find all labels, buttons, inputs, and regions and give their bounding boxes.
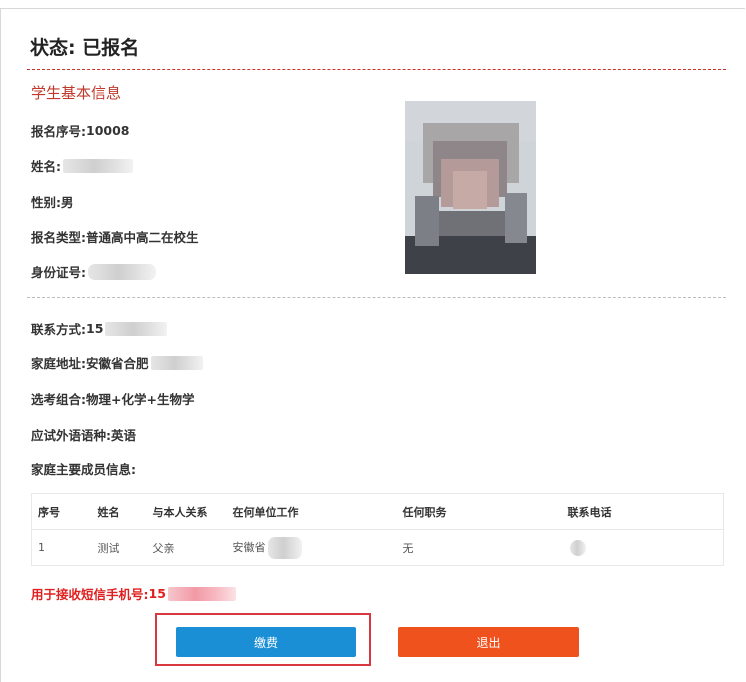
sms-phone-value: 15	[148, 586, 166, 601]
phone-redacted	[105, 321, 168, 336]
reg-type-label: 报名类型:	[31, 230, 86, 245]
reg-type-value: 普通高中高二在校生	[86, 230, 199, 245]
name-label: 姓名:	[31, 159, 61, 174]
table-header-row: 序号 姓名 与本人关系 在何单位工作 任何职务 联系电话	[31, 493, 724, 530]
name-field: 姓名:	[31, 156, 133, 175]
status-value: 已报名	[82, 37, 140, 59]
subjects-label: 选考组合:	[31, 392, 86, 407]
column-header: 任何职务	[396, 493, 562, 530]
sms-phone-field: 用于接收短信手机号: 15	[31, 584, 236, 603]
reg-no-value: 10008	[86, 123, 130, 138]
subjects-field: 选考组合: 物理+化学+生物学	[31, 389, 194, 408]
id-label: 身份证号:	[31, 265, 86, 280]
family-label: 家庭主要成员信息:	[31, 462, 136, 477]
table-cell: 测试	[91, 529, 147, 566]
column-header: 姓名	[91, 493, 147, 530]
id-field: 身份证号:	[31, 262, 156, 281]
sms-phone-label: 用于接收短信手机号:	[31, 587, 149, 602]
column-header: 在何单位工作	[226, 493, 397, 530]
table-cell: 父亲	[146, 529, 227, 566]
id-redacted	[88, 263, 156, 280]
family-table: 序号 姓名 与本人关系 在何单位工作 任何职务 联系电话 1 测试 父亲 安徽省…	[31, 493, 724, 566]
language-value: 英语	[111, 428, 137, 443]
table-cell: 1	[31, 529, 92, 566]
gender-label: 性别:	[31, 195, 61, 210]
address-redacted	[150, 355, 203, 370]
name-redacted	[63, 158, 133, 173]
sms-phone-redacted	[167, 586, 236, 601]
status-heading: 状态: 已报名	[30, 33, 139, 60]
phone-label: 联系方式:	[31, 322, 86, 337]
column-header: 联系电话	[561, 493, 724, 530]
contact-phone-redacted	[569, 539, 586, 556]
language-label: 应试外语语种:	[31, 428, 111, 443]
pay-button[interactable]: 缴费	[176, 627, 356, 657]
exit-button[interactable]: 退出	[398, 627, 579, 657]
student-photo	[405, 101, 536, 274]
gender-field: 性别: 男	[31, 192, 74, 211]
reg-no-field: 报名序号: 10008	[31, 121, 130, 140]
address-field: 家庭地址: 安徽省合肥	[31, 353, 203, 372]
section-title-student-info: 学生基本信息	[31, 84, 122, 102]
table-row: 1 测试 父亲 安徽省 无	[31, 529, 724, 566]
gender-value: 男	[61, 195, 74, 210]
section-divider	[27, 69, 726, 70]
section-divider-gray	[27, 297, 726, 298]
reg-no-label: 报名序号:	[31, 124, 86, 139]
phone-value: 15	[86, 321, 104, 336]
page-frame	[0, 8, 745, 682]
column-header: 与本人关系	[146, 493, 227, 530]
address-label: 家庭地址:	[31, 356, 86, 371]
workplace-value: 安徽省	[232, 540, 266, 554]
table-cell-workplace: 安徽省	[226, 529, 397, 566]
table-cell: 无	[396, 529, 562, 566]
family-heading: 家庭主要成员信息:	[31, 459, 136, 478]
language-field: 应试外语语种: 英语	[31, 425, 136, 444]
reg-type-field: 报名类型: 普通高中高二在校生	[31, 227, 199, 246]
table-cell-phone	[561, 529, 724, 566]
phone-field: 联系方式: 15	[31, 319, 168, 338]
subjects-value: 物理+化学+生物学	[86, 392, 195, 407]
column-header: 序号	[31, 493, 92, 530]
address-value: 安徽省合肥	[86, 356, 149, 371]
status-label: 状态:	[30, 37, 83, 59]
workplace-redacted	[267, 536, 302, 559]
